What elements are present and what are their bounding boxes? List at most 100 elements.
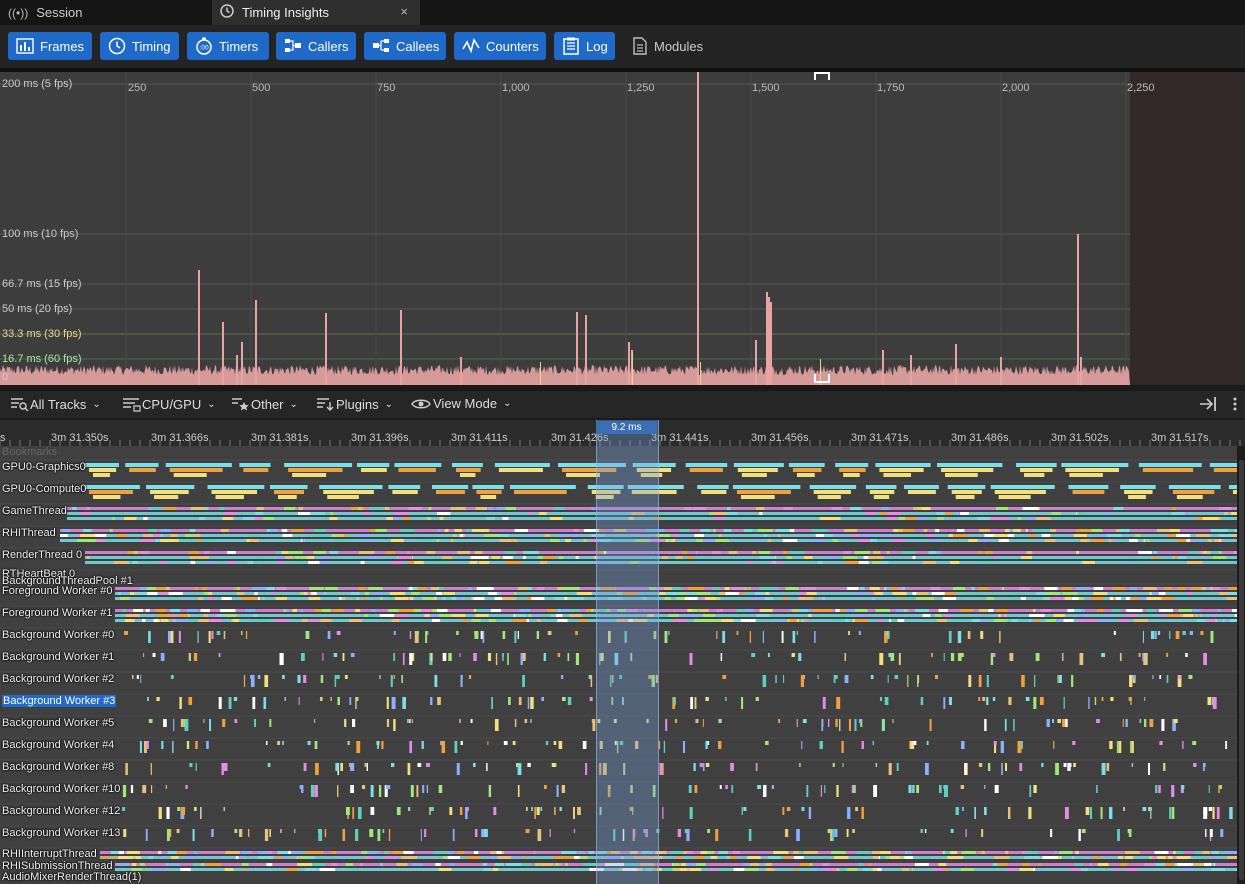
timing-event [1026,851,1039,854]
timing-event [560,675,564,679]
timing-event [680,868,688,871]
track-label[interactable]: RHIThread [2,527,56,539]
timing-event [1028,807,1032,819]
track-label[interactable]: Background Worker #1 [2,651,114,663]
timing-event [470,719,473,723]
timing-event [299,856,311,859]
track-label[interactable]: Background Worker #12 [2,805,120,817]
auto-scroll-button[interactable] [1198,396,1218,412]
track-label[interactable]: AudioMixerRenderThread(1) [2,871,141,883]
track-label[interactable]: GameThread [2,505,67,517]
track-label[interactable]: Background Worker #0 [2,629,114,641]
timing-event [447,856,460,859]
time-selection[interactable] [596,420,659,884]
timing-event [208,631,211,643]
timing-event [890,653,895,661]
track-label[interactable]: Foreground Worker #0 [2,585,112,597]
frames-button[interactable]: Frames [8,32,92,60]
tab-session[interactable]: ((•)) Session [0,0,210,25]
track-label[interactable]: Foreground Worker #1 [2,607,112,619]
timing-event [1110,697,1114,701]
timing-button[interactable]: Timing [100,32,179,60]
view-mode-menu[interactable]: View Mode ⌄ [411,396,511,411]
timing-event [881,507,887,510]
more-vertical-icon [1233,397,1237,411]
timing-event [762,631,764,643]
track-label[interactable]: RenderThread 0 [2,549,82,561]
timing-event [996,863,1008,866]
timing-event [526,597,532,600]
tracks-scrollbar-thumb[interactable] [1239,460,1244,880]
timing-event [167,851,178,854]
timing-event [964,763,967,775]
timing-event [1013,719,1015,731]
timing-event [749,631,752,643]
timing-event [670,851,684,854]
timing-event [505,863,514,866]
track-label[interactable]: Background Worker #2 [2,673,114,685]
timing-event [1034,517,1051,520]
timing-event [767,539,772,542]
close-icon[interactable]: × [400,4,408,19]
timing-event [1012,592,1022,595]
timing-event [892,592,907,595]
timing-event [686,851,694,854]
timing-event [1167,614,1181,617]
track-label[interactable]: GPU0-Compute0 [2,483,86,495]
timing-event [806,785,809,797]
timing-event [1101,697,1104,701]
callees-button[interactable]: Callees [364,32,446,60]
timing-event [303,675,307,683]
y-label-16ms: 16.7 ms (60 fps) [2,353,82,365]
bookmarks-track[interactable]: Bookmarks [2,446,57,458]
modules-button[interactable]: Modules [624,32,714,60]
cpu-gpu-menu[interactable]: CPU/GPU ⌄ [122,396,216,412]
timing-event [121,592,126,595]
timing-event [425,631,428,643]
timing-event [456,631,459,635]
timing-event [254,719,257,727]
timing-event [1130,597,1139,600]
track-label[interactable]: Background Worker #13 [2,827,120,839]
timing-event [675,556,683,559]
timing-event [573,534,583,537]
frames-graph-canvas[interactable] [0,72,1245,385]
tab-timing-insights[interactable]: Timing Insights × [212,0,420,25]
timing-event [449,863,455,866]
timing-event [83,529,92,532]
log-button[interactable]: Log [554,32,615,60]
timing-event [418,534,423,537]
timing-event [142,534,153,537]
track-label[interactable]: GPU0-Graphics0 [2,461,86,473]
timing-event [266,863,273,866]
timing-event [1001,763,1003,775]
timers-button[interactable]: :00 Timers [187,32,269,60]
track-label[interactable]: Background Worker #10 [2,783,120,795]
other-menu[interactable]: Other ⌄ [231,396,298,412]
track-label[interactable]: Background Worker #4 [2,739,114,751]
track-label[interactable]: Background Worker #8 [2,761,114,773]
timing-event [388,485,421,489]
timing-event [765,868,775,871]
timing-event [1172,490,1215,494]
timing-event [1176,534,1191,537]
track-label-selected[interactable]: Background Worker #3 [2,695,117,707]
counters-button[interactable]: Counters [454,32,546,60]
all-tracks-menu[interactable]: All Tracks ⌄ [10,396,101,412]
timing-event [843,556,858,559]
timing-event [308,856,315,859]
plugins-menu[interactable]: Plugins ⌄ [316,396,393,412]
timing-event [1093,592,1108,595]
timing-event [486,534,495,537]
timing-event [198,619,209,622]
callers-button[interactable]: Callers [276,32,356,60]
frames-graph[interactable]: 200 ms (5 fps) 100 ms (10 fps) 66.7 ms (… [0,72,1245,385]
timing-event [291,851,302,854]
timing-event [887,512,901,515]
timing-event [1028,517,1036,520]
more-options-button[interactable] [1231,396,1239,412]
timing-event [1211,863,1214,866]
track-label[interactable]: Background Worker #5 [2,717,114,729]
timing-event [461,556,466,559]
track-label[interactable]: RHIInterruptThread [2,848,97,860]
